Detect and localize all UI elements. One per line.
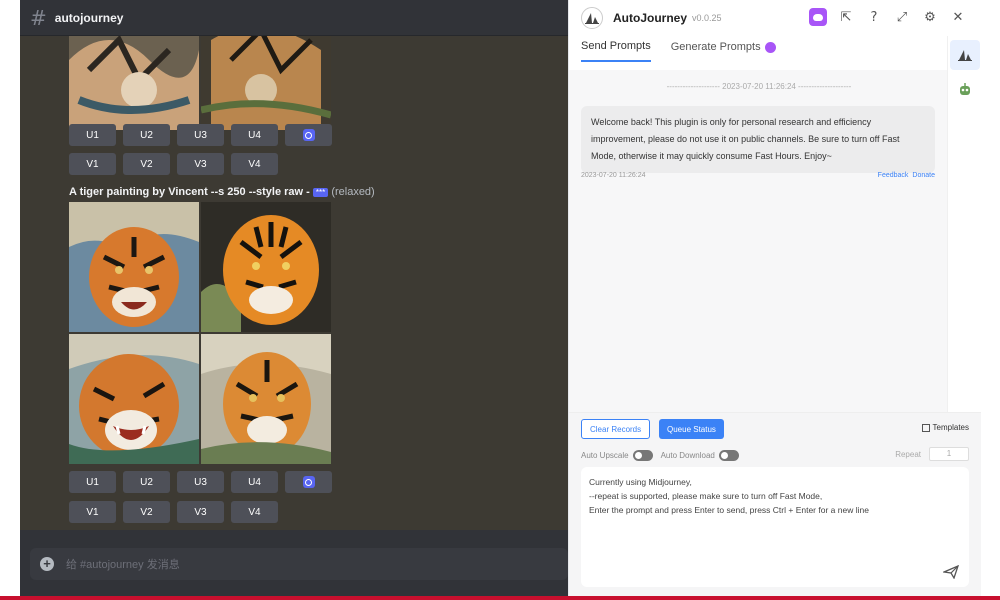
close-icon[interactable]: ✕ [949,8,967,26]
message-list[interactable]: U1 U2 U3 U4 V1 V2 V3 V4 A tiger painting… [20,36,568,530]
image-tile[interactable] [201,334,331,464]
prompt-hint-2: --repeat is supported, please make sure … [589,491,823,501]
discord-icon[interactable] [809,8,827,26]
message-composer[interactable]: + 给 #autojourney 发消息 [30,548,568,580]
repeat-input[interactable]: 1 [929,447,969,461]
hash-icon: # [30,5,47,30]
auto-download-label: Auto Download [660,450,715,460]
caption-prompt: A tiger painting by Vincent --s 250 --st… [69,186,310,198]
template-icon [921,423,930,432]
side-toolbar [947,36,981,412]
panel-tabs: Send Prompts Generate Prompts [581,40,776,62]
v1-button[interactable]: V1 [69,153,116,175]
auto-upscale-toggle[interactable] [632,449,653,461]
panel-header: AutoJourney v0.0.25 ⇱ ? ⤢ ⚙ ✕ [569,0,981,36]
image-grid-main[interactable] [69,202,331,464]
autojourney-logo-icon [581,7,603,29]
u4-button[interactable]: U4 [231,124,278,146]
u2-button[interactable]: U2 [123,124,170,146]
u1-button[interactable]: U1 [69,124,116,146]
composer-placeholder: 给 #autojourney 发消息 [66,559,180,571]
u1-button[interactable]: U1 [69,471,116,493]
v4-button[interactable]: V4 [231,501,278,523]
header-icons: ⇱ ? ⤢ ⚙ ✕ [809,8,967,26]
options-row: Auto Upscale Auto Download Repeat 1 [581,447,969,463]
message-time: 2023-07-20 11:26:24 [581,172,646,179]
u4-button[interactable]: U4 [231,471,278,493]
upscale-buttons-2: U1 U2 U3 U4 [69,471,332,493]
ai-badge-icon [764,41,776,53]
clear-records-button[interactable]: Clear Records [581,419,651,439]
prompt-area: Clear Records Queue Status Templates Aut… [569,412,981,600]
u3-button[interactable]: U3 [177,471,224,493]
v2-button[interactable]: V2 [123,501,170,523]
image-tile[interactable] [201,36,331,130]
gear-icon[interactable]: ⚙ [921,8,939,26]
reroll-button[interactable] [285,471,332,493]
auto-download-toggle[interactable] [718,449,739,461]
auto-upscale-label: Auto Upscale [581,450,629,460]
discord-channel: # autojourney U1 U2 U3 U4 V1 V2 V3 V4 A … [20,0,568,600]
image-tile[interactable] [69,36,199,130]
v3-button[interactable]: V3 [177,501,224,523]
screen: # autojourney U1 U2 U3 U4 V1 V2 V3 V4 A … [0,0,1000,600]
variation-buttons-2: V1 V2 V3 V4 [69,501,278,523]
repeat-control: Repeat 1 [895,447,969,461]
reroll-icon [302,129,315,141]
message-meta: 2023-07-20 11:26:24 Feedback Donate [581,172,935,179]
image-tile[interactable] [69,334,199,464]
upscale-buttons-1: U1 U2 U3 U4 [69,124,332,146]
side-robot[interactable] [950,74,980,104]
u2-button[interactable]: U2 [123,471,170,493]
repeat-label: Repeat [895,449,921,459]
queue-status-button[interactable]: Queue Status [659,419,724,439]
welcome-message: Welcome back! This plugin is only for pe… [581,106,935,173]
side-midjourney[interactable] [950,40,980,70]
left-margin [0,0,20,600]
channel-header: # autojourney [20,0,568,36]
date-divider: -------------------- 2023-07-20 11:26:24… [666,82,852,91]
donate-link[interactable]: Donate [912,172,935,179]
image-grid-top[interactable] [69,36,331,130]
u3-button[interactable]: U3 [177,124,224,146]
help-icon[interactable]: ? [865,8,883,26]
panel-title: AutoJourney [613,11,688,25]
add-attachment-icon[interactable]: + [40,557,54,571]
robot-icon [960,83,970,95]
mention-tag[interactable]: *** [312,188,329,197]
prompt-input[interactable]: Currently using Midjourney, --repeat is … [581,467,969,587]
export-icon[interactable]: ⇱ [837,8,855,26]
autojourney-panel: AutoJourney v0.0.25 ⇱ ? ⤢ ⚙ ✕ Send Promp… [568,0,981,600]
tab-generate-prompts[interactable]: Generate Prompts [671,40,776,62]
image-tile[interactable] [69,202,199,332]
tab-send-prompts[interactable]: Send Prompts [581,40,651,62]
variation-buttons-1: V1 V2 V3 V4 [69,153,278,175]
feedback-link[interactable]: Feedback [878,172,909,179]
caption-status: (relaxed) [331,186,375,198]
prompt-hint-3: Enter the prompt and press Enter to send… [589,505,869,515]
reroll-icon [302,476,315,488]
reroll-button[interactable] [285,124,332,146]
v4-button[interactable]: V4 [231,153,278,175]
channel-name: autojourney [54,10,124,25]
bottom-edge [0,596,1000,600]
v2-button[interactable]: V2 [123,153,170,175]
fullscreen-icon[interactable]: ⤢ [893,8,911,26]
prompt-hint-1: Currently using Midjourney, [589,477,692,487]
v1-button[interactable]: V1 [69,501,116,523]
send-icon[interactable] [943,565,959,579]
midjourney-icon [958,50,972,61]
templates-button[interactable]: Templates [921,423,969,432]
image-tile[interactable] [201,202,331,332]
message-caption: A tiger painting by Vincent --s 250 --st… [69,186,375,198]
v3-button[interactable]: V3 [177,153,224,175]
panel-version: v0.0.25 [692,13,722,23]
